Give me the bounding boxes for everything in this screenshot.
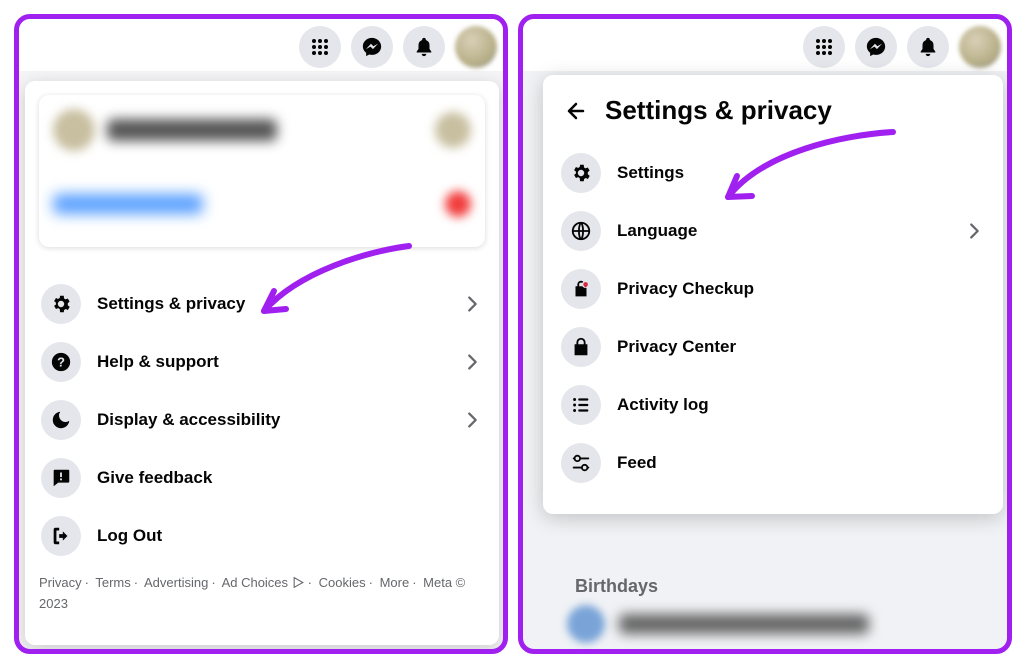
chevron-right-icon	[461, 409, 483, 431]
moon-icon	[41, 400, 81, 440]
chevron-right-icon	[461, 293, 483, 315]
menu-help-support[interactable]: ? Help & support	[39, 333, 485, 391]
menu-label: Settings & privacy	[97, 294, 445, 314]
chevron-right-icon	[461, 351, 483, 373]
notification-dot	[445, 191, 471, 217]
account-menu-panel: Settings & privacy ? Help & support Disp…	[25, 81, 499, 645]
lock-icon	[561, 327, 601, 367]
bell-icon	[413, 36, 435, 58]
right-screenshot: Birthdays Settings & privacy Settings La…	[518, 14, 1012, 654]
item-feed[interactable]: Feed	[561, 434, 985, 492]
gear-icon	[41, 284, 81, 324]
profile-link-blurred	[53, 194, 203, 214]
top-bar	[523, 19, 1007, 71]
notifications-button[interactable]	[403, 26, 445, 68]
item-privacy-center[interactable]: Privacy Center	[561, 318, 985, 376]
settings-privacy-panel: Settings & privacy Settings Language Pri…	[543, 75, 1003, 514]
background-section-heading: Birthdays	[575, 576, 658, 597]
footer-ad-choices[interactable]: Ad Choices	[222, 575, 288, 590]
globe-icon	[561, 211, 601, 251]
arrow-left-icon	[564, 99, 588, 123]
item-privacy-checkup[interactable]: Privacy Checkup	[561, 260, 985, 318]
footer-privacy[interactable]: Privacy	[39, 575, 82, 590]
bell-icon	[917, 36, 939, 58]
item-label: Privacy Center	[617, 337, 985, 357]
menu-log-out[interactable]: Log Out	[39, 507, 485, 565]
top-bar	[19, 19, 503, 71]
menu-label: Help & support	[97, 352, 445, 372]
messenger-button[interactable]	[351, 26, 393, 68]
privacy-checkup-icon	[561, 269, 601, 309]
item-label: Activity log	[617, 395, 985, 415]
menu-display-accessibility[interactable]: Display & accessibility	[39, 391, 485, 449]
panel-title: Settings & privacy	[605, 95, 832, 126]
chevron-right-icon	[963, 220, 985, 242]
item-label: Privacy Checkup	[617, 279, 985, 299]
menu-grid-button[interactable]	[803, 26, 845, 68]
blurred-text	[619, 614, 869, 634]
menu-settings-privacy[interactable]: Settings & privacy	[39, 275, 485, 333]
footer-links: Privacy· Terms· Advertising· Ad Choices …	[39, 565, 485, 615]
item-label: Feed	[617, 453, 985, 473]
item-label: Language	[617, 221, 947, 241]
profile-card[interactable]	[39, 95, 485, 247]
messenger-button[interactable]	[855, 26, 897, 68]
svg-text:?: ?	[57, 355, 65, 370]
item-label: Settings	[617, 163, 985, 183]
messenger-icon	[361, 36, 383, 58]
item-activity-log[interactable]: Activity log	[561, 376, 985, 434]
feed-sliders-icon	[561, 443, 601, 483]
account-avatar-button[interactable]	[455, 26, 497, 68]
grid-icon	[814, 37, 834, 57]
logout-icon	[41, 516, 81, 556]
grid-icon	[310, 37, 330, 57]
gear-icon	[561, 153, 601, 193]
profile-secondary-avatar	[435, 112, 471, 148]
feedback-icon	[41, 458, 81, 498]
footer-cookies[interactable]: Cookies	[319, 575, 366, 590]
item-settings[interactable]: Settings	[561, 144, 985, 202]
menu-grid-button[interactable]	[299, 26, 341, 68]
left-screenshot: Settings & privacy ? Help & support Disp…	[14, 14, 508, 654]
profile-avatar	[53, 109, 95, 151]
menu-label: Log Out	[97, 526, 483, 546]
account-avatar-button[interactable]	[959, 26, 1001, 68]
blurred-avatar	[567, 605, 605, 643]
notifications-button[interactable]	[907, 26, 949, 68]
profile-name-blurred	[107, 119, 277, 141]
adchoices-icon	[292, 576, 305, 589]
menu-label: Give feedback	[97, 468, 483, 488]
footer-terms[interactable]: Terms	[95, 575, 130, 590]
footer-more[interactable]: More	[380, 575, 410, 590]
menu-give-feedback[interactable]: Give feedback	[39, 449, 485, 507]
messenger-icon	[865, 36, 887, 58]
back-button[interactable]	[561, 99, 591, 123]
activity-log-icon	[561, 385, 601, 425]
background-blurred-row	[567, 605, 869, 643]
footer-advertising[interactable]: Advertising	[144, 575, 208, 590]
menu-label: Display & accessibility	[97, 410, 445, 430]
item-language[interactable]: Language	[561, 202, 985, 260]
help-icon: ?	[41, 342, 81, 382]
